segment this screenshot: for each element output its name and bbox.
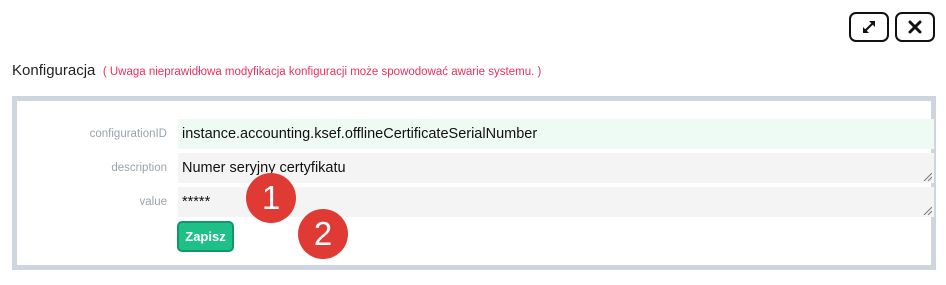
value-label: value: [139, 196, 168, 208]
configuration-id-field[interactable]: instance.accounting.ksef.offlineCertific…: [178, 119, 934, 149]
form-row-description: description Numer seryjny certyfikatu: [17, 153, 934, 183]
page-title: Konfiguracja: [12, 62, 96, 79]
warning-text: ( Uwaga nieprawidłowa modyfikacja konfig…: [102, 66, 542, 78]
save-button[interactable]: Zapisz: [177, 221, 234, 252]
resize-grip-icon[interactable]: [923, 172, 932, 181]
configuration-id-label: configurationID: [89, 128, 167, 140]
description-label: description: [111, 162, 167, 174]
expand-arrows-icon: [863, 21, 875, 33]
close-button[interactable]: [895, 12, 935, 42]
configuration-form: configurationID instance.accounting.ksef…: [12, 96, 936, 270]
value-value: *****: [182, 194, 211, 210]
form-row-value: value *****: [17, 187, 934, 217]
annotation-marker-1: 1: [246, 173, 296, 223]
description-textarea[interactable]: Numer seryjny certyfikatu: [178, 153, 934, 183]
form-row-configuration-id: configurationID instance.accounting.ksef…: [17, 119, 934, 149]
resize-grip-icon[interactable]: [923, 206, 932, 215]
x-icon: [908, 20, 922, 34]
expand-button[interactable]: [849, 12, 889, 42]
page-heading: Konfiguracja ( Uwaga nieprawidłowa modyf…: [12, 62, 541, 80]
annotation-marker-2: 2: [298, 209, 348, 259]
